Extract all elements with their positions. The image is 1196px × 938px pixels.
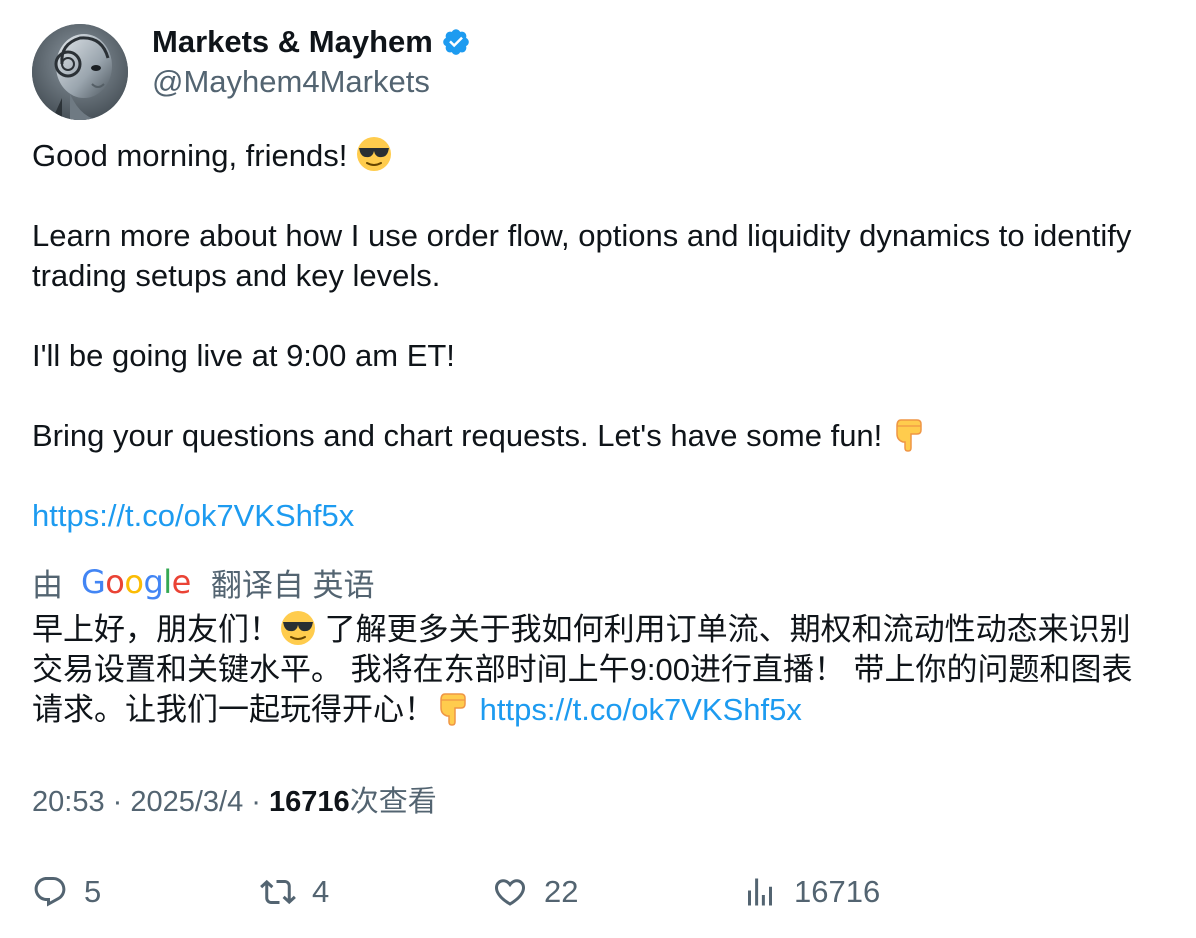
meta-separator: · [243, 786, 270, 818]
tweet-line-questions: Bring your questions and chart requests.… [32, 416, 1162, 456]
repost-button[interactable]: 4 [260, 870, 329, 914]
views-label: 次查看 [349, 786, 437, 818]
translated-text: 早上好，朋友们！ 了解更多关于我如何利用订单流、期权和流动性动态来识别交易设置和… [32, 610, 1152, 730]
tweet-actions: 5 4 22 16716 [32, 870, 1162, 914]
verified-badge-icon[interactable] [441, 27, 471, 57]
views-action-count: 16716 [794, 874, 881, 909]
tweet-header: Markets & Mayhem @Mayhem4Markets [32, 24, 1162, 120]
google-logo-icon[interactable]: Google [81, 563, 191, 601]
tweet-meta: 20:53 · 2025/3/4 · 16716次查看 [32, 782, 1162, 822]
author-handle[interactable]: @Mayhem4Markets [152, 62, 471, 102]
tweet-link-row: https://t.co/ok7VKShf5x [32, 496, 1162, 536]
reply-button[interactable]: 5 [32, 870, 101, 914]
pointing-down-emoji-icon [891, 416, 927, 452]
like-button[interactable]: 22 [492, 870, 578, 914]
display-name[interactable]: Markets & Mayhem [152, 24, 433, 60]
tweet: Markets & Mayhem @Mayhem4Markets Good mo… [32, 24, 1162, 822]
meta-separator: · [104, 786, 131, 818]
pointing-down-emoji-icon [435, 690, 471, 726]
author-names: Markets & Mayhem @Mayhem4Markets [152, 24, 471, 102]
tweet-time[interactable]: 20:53 [32, 786, 105, 818]
translation-prefix: 由 [32, 567, 63, 603]
translated-part1: 早上好，朋友们！ [32, 612, 280, 647]
tweet-text: Good morning, friends! Learn more about … [32, 136, 1162, 536]
views-button[interactable]: 16716 [742, 870, 880, 914]
questions-text: Bring your questions and chart requests.… [32, 418, 883, 453]
tweet-line-greeting: Good morning, friends! [32, 136, 1162, 176]
greeting-text: Good morning, friends! [32, 138, 348, 173]
tweet-line-learn: Learn more about how I use order flow, o… [32, 218, 1132, 293]
views-count: 16716 [269, 786, 350, 818]
translated-link[interactable]: https://t.co/ok7VKShf5x [480, 692, 802, 727]
heart-icon [494, 879, 526, 906]
analytics-icon [748, 878, 772, 906]
robot-head-avatar-icon [32, 24, 128, 120]
display-name-row: Markets & Mayhem [152, 24, 471, 60]
sunglasses-emoji-icon [280, 610, 316, 646]
avatar[interactable] [32, 24, 128, 120]
tweet-date[interactable]: 2025/3/4 [130, 786, 243, 818]
reply-icon [34, 877, 66, 907]
tweet-link[interactable]: https://t.co/ok7VKShf5x [32, 498, 354, 533]
repost-count: 4 [312, 874, 330, 909]
translation-attribution: 由 Google 翻译自 英语 [32, 562, 1162, 603]
translation-suffix: 翻译自 英语 [210, 567, 375, 603]
tweet-line-live: I'll be going live at 9:00 am ET! [32, 338, 455, 373]
like-count: 22 [544, 874, 579, 909]
repost-icon [260, 879, 296, 905]
reply-count: 5 [84, 874, 102, 909]
sunglasses-emoji-icon [356, 136, 392, 172]
